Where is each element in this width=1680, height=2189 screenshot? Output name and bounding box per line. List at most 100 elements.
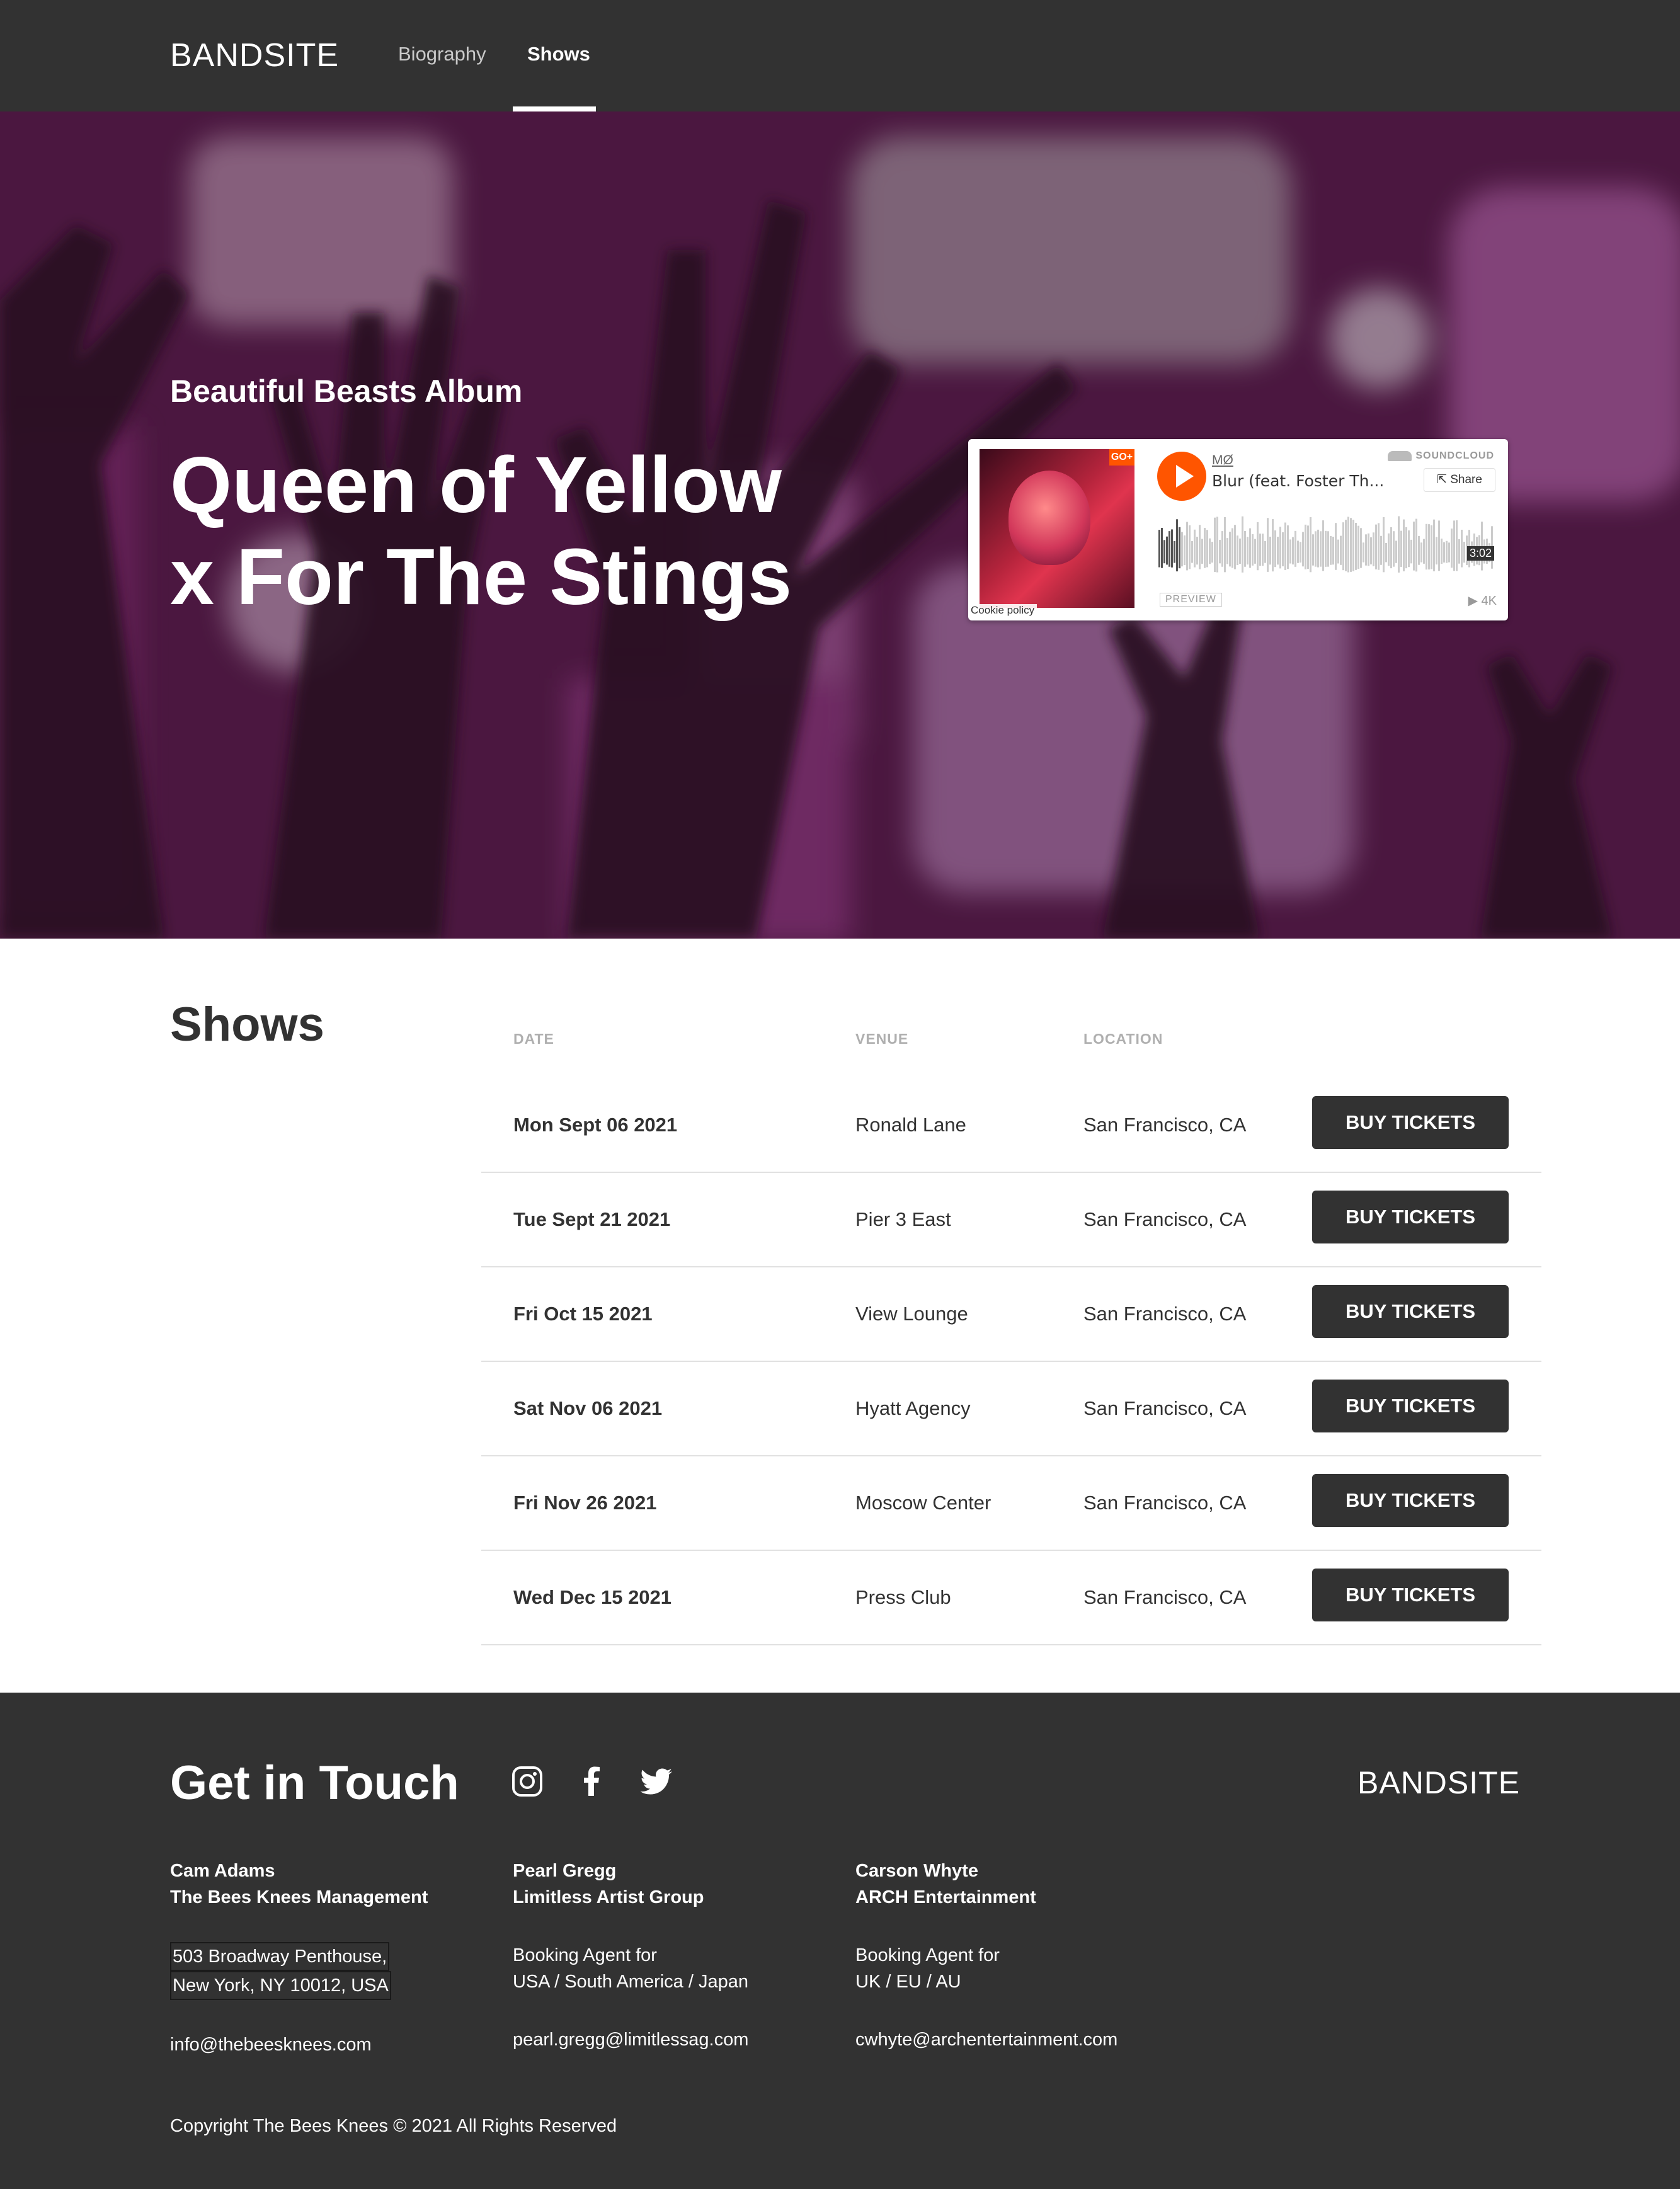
show-location: San Francisco, CA	[1083, 1303, 1247, 1325]
waveform-bar	[1405, 527, 1407, 569]
waveform-bar	[1297, 540, 1299, 563]
waveform-bar	[1403, 519, 1405, 571]
waveform-bar	[1234, 525, 1236, 569]
waveform-bar	[1264, 540, 1266, 563]
waveform-bar	[1451, 529, 1453, 568]
waveform-bar	[1347, 517, 1349, 573]
show-date: Mon Sept 06 2021	[513, 1114, 678, 1136]
site-logo[interactable]: BANDSITE	[170, 37, 339, 74]
show-venue: Ronald Lane	[855, 1114, 966, 1136]
show-venue: View Lounge	[855, 1303, 968, 1325]
waveform-bar	[1312, 534, 1314, 566]
waveform-bar	[1176, 519, 1178, 572]
contact-company: ARCH Entertainment	[855, 1887, 1036, 1907]
cookie-policy-link[interactable]: Cookie policy	[968, 604, 1037, 617]
waveform-bar	[1390, 527, 1392, 569]
contact-name: Pearl Gregg	[513, 1861, 617, 1881]
waveform-bar	[1204, 528, 1206, 568]
buy-tickets-button[interactable]: BUY TICKETS	[1312, 1474, 1509, 1527]
waveform-bar	[1196, 537, 1198, 565]
show-row[interactable]: Mon Sept 06 2021 Ronald Lane San Francis…	[481, 1078, 1541, 1173]
show-date: Fri Oct 15 2021	[513, 1303, 653, 1325]
show-location: San Francisco, CA	[1083, 1208, 1247, 1230]
waveform-bar	[1216, 517, 1218, 573]
instagram-icon[interactable]	[510, 1764, 544, 1798]
buy-tickets-button[interactable]: BUY TICKETS	[1312, 1569, 1509, 1621]
waveform-bar	[1360, 528, 1362, 568]
play-icon[interactable]	[1157, 452, 1206, 501]
soundcloud-cloud-icon	[1388, 450, 1412, 461]
waveform-bar	[1259, 534, 1261, 566]
waveform-scrubber[interactable]	[1158, 510, 1495, 575]
waveform-bar	[1395, 540, 1397, 563]
soundcloud-player[interactable]: GO+ Cookie policy MØ Blur (feat. Foster …	[968, 439, 1508, 620]
show-row[interactable]: Fri Oct 15 2021 View Lounge San Francisc…	[481, 1267, 1541, 1362]
waveform-bar	[1373, 532, 1374, 566]
show-row[interactable]: Wed Dec 15 2021 Press Club San Francisco…	[481, 1551, 1541, 1645]
show-row[interactable]: Fri Nov 26 2021 Moscow Center San Franci…	[481, 1456, 1541, 1551]
waveform-bar	[1229, 532, 1231, 567]
show-row[interactable]: Sat Nov 06 2021 Hyatt Agency San Francis…	[481, 1362, 1541, 1456]
waveform-bar	[1350, 518, 1352, 572]
nav-link-biography[interactable]: Biography	[398, 43, 486, 66]
waveform-bar	[1363, 542, 1364, 563]
waveform-bar	[1315, 531, 1317, 567]
waveform-bar	[1340, 535, 1342, 565]
waveform-bar	[1174, 540, 1175, 563]
contact-card: Carson Whyte ARCH Entertainment Booking …	[855, 1858, 1183, 2053]
soundcloud-logo[interactable]: SOUNDCLOUD	[1388, 450, 1494, 462]
waveform-bar	[1330, 535, 1332, 565]
waveform-bar	[1294, 530, 1296, 567]
buy-tickets-button[interactable]: BUY TICKETS	[1312, 1191, 1509, 1243]
waveform-bar	[1420, 542, 1422, 563]
waveform-bar	[1289, 539, 1291, 564]
waveform-bar	[1171, 529, 1173, 568]
buy-tickets-button[interactable]: BUY TICKETS	[1312, 1380, 1509, 1432]
waveform-bar	[1194, 529, 1196, 568]
waveform-bar	[1446, 540, 1448, 563]
hero-banner: Beautiful Beasts Album Queen of Yellow x…	[0, 111, 1680, 939]
waveform-bar	[1370, 537, 1372, 564]
footer-logo[interactable]: BANDSITE	[1357, 1764, 1520, 1801]
artwork-portrait	[1009, 471, 1090, 565]
contact-email[interactable]: pearl.gregg@limitlessag.com	[513, 2026, 840, 2053]
buy-tickets-button[interactable]: BUY TICKETS	[1312, 1096, 1509, 1149]
track-title[interactable]: Blur (feat. Foster Th...	[1212, 472, 1384, 490]
waveform-bar	[1342, 522, 1344, 571]
contact-email[interactable]: info@thebeesknees.com	[170, 2032, 498, 2058]
show-venue: Moscow Center	[855, 1492, 991, 1514]
waveform-bar	[1242, 516, 1243, 573]
contact-company: Limitless Artist Group	[513, 1887, 704, 1907]
waveform-bar	[1335, 523, 1337, 570]
hero-subtitle: Beautiful Beasts Album	[170, 374, 523, 409]
waveform-bar	[1357, 525, 1359, 569]
track-artist[interactable]: MØ	[1212, 453, 1233, 468]
waveform-bar	[1375, 524, 1377, 569]
waveform-bar	[1393, 531, 1395, 567]
waveform-bar	[1163, 540, 1165, 564]
waveform-bar	[1433, 519, 1435, 571]
waveform-bar	[1398, 516, 1400, 573]
waveform-bar	[1448, 542, 1450, 563]
show-date: Tue Sept 21 2021	[513, 1208, 671, 1230]
waveform-bar	[1166, 536, 1168, 565]
facebook-icon[interactable]	[575, 1764, 609, 1798]
active-nav-indicator	[513, 106, 596, 111]
twitter-icon[interactable]	[640, 1764, 674, 1798]
show-row[interactable]: Tue Sept 21 2021 Pier 3 East San Francis…	[481, 1173, 1541, 1267]
waveform-bar	[1410, 539, 1412, 564]
contact-email[interactable]: cwhyte@archentertainment.com	[855, 2026, 1183, 2053]
contact-address: 503 Broadway Penthouse, New York, NY 100…	[170, 1942, 498, 2000]
waveform-bar	[1385, 542, 1387, 563]
buy-tickets-button[interactable]: BUY TICKETS	[1312, 1285, 1509, 1338]
footer-title: Get in Touch	[170, 1756, 459, 1810]
nav-link-shows[interactable]: Shows	[527, 43, 590, 66]
waveform-bar	[1274, 530, 1276, 568]
album-artwork[interactable]: GO+	[980, 449, 1134, 608]
waveform-bar	[1252, 534, 1254, 566]
share-button[interactable]: ⇱ Share	[1424, 468, 1495, 492]
waveform-bar	[1254, 539, 1256, 564]
go-plus-badge: GO+	[1109, 449, 1134, 466]
hero-title: Queen of Yellow x For The Stings	[170, 439, 926, 623]
footer: Get in Touch BANDSITE Cam Adams The Bees…	[0, 1693, 1680, 2189]
